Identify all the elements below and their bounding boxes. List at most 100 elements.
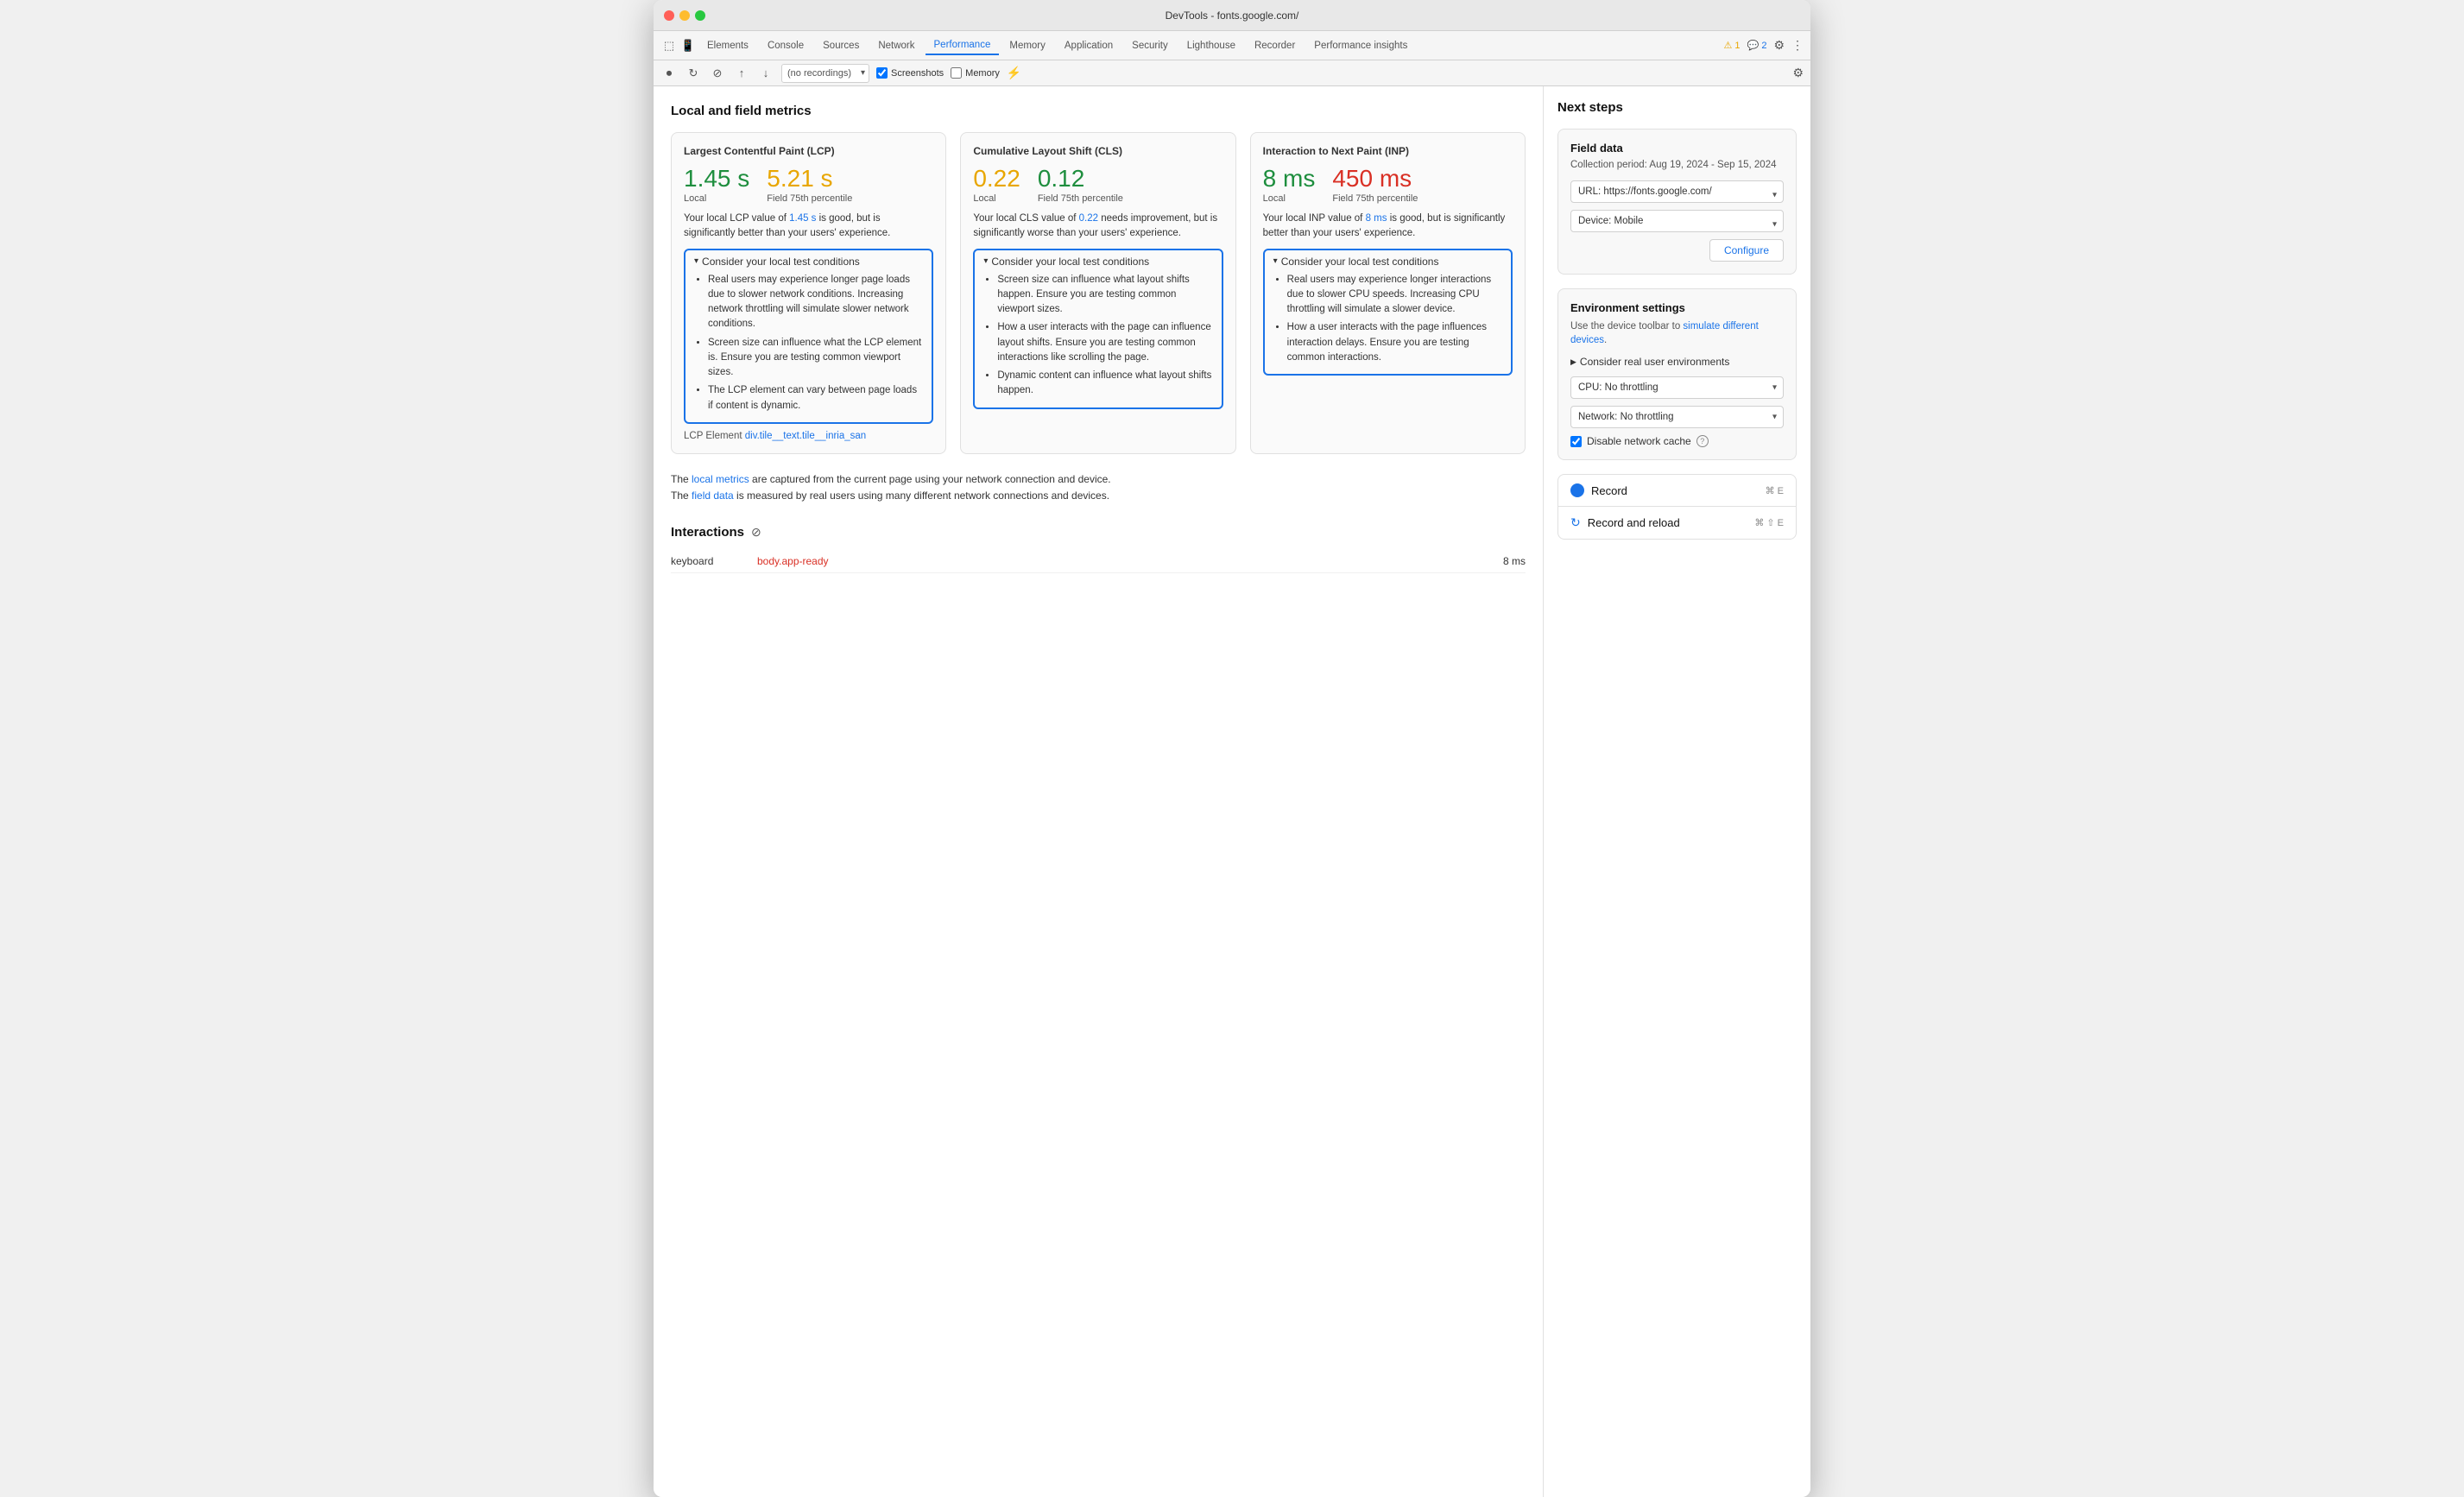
lcp-values-row: 1.45 s Local 5.21 s Field 75th percentil…	[684, 166, 933, 205]
disable-cache-row: Disable network cache ?	[1570, 435, 1784, 447]
titlebar: DevTools - fonts.google.com/	[654, 0, 1810, 31]
cls-consider-list: Screen size can influence what layout sh…	[983, 273, 1212, 399]
tab-console[interactable]: Console	[759, 37, 812, 54]
configure-button[interactable]: Configure	[1709, 239, 1784, 262]
lcp-highlight-link[interactable]: 1.45 s	[789, 213, 816, 224]
tab-security[interactable]: Security	[1123, 37, 1177, 54]
tab-sources[interactable]: Sources	[814, 37, 868, 54]
lcp-field-label: Field 75th percentile	[767, 193, 852, 205]
memory-checkbox-label[interactable]: Memory	[951, 67, 1000, 79]
inp-description: Your local INP value of 8 ms is good, bu…	[1263, 212, 1513, 242]
devtools-window: DevTools - fonts.google.com/ ⬚ 📱 Element…	[654, 0, 1810, 1497]
tab-application[interactable]: Application	[1056, 37, 1121, 54]
help-icon[interactable]: ?	[1696, 435, 1709, 447]
lcp-local-group: 1.45 s Local	[684, 166, 749, 205]
tab-recorder[interactable]: Recorder	[1246, 37, 1304, 54]
recordings-select[interactable]: (no recordings)	[781, 64, 869, 83]
interactions-title: Interactions	[671, 525, 744, 540]
cls-field-value: 0.12	[1038, 166, 1123, 193]
lcp-element-link[interactable]: div.tile__text.tile__inria_san	[745, 431, 866, 441]
tab-network[interactable]: Network	[869, 37, 923, 54]
cls-local-group: 0.22 Local	[973, 166, 1020, 205]
field-data-link[interactable]: field data	[692, 490, 734, 502]
window-controls	[664, 10, 705, 21]
settings-icon[interactable]: ⚙	[1773, 38, 1785, 53]
upload-button[interactable]: ↑	[733, 65, 750, 82]
device-select[interactable]: Device: Mobile	[1570, 210, 1784, 232]
cls-consider-header[interactable]: Consider your local test conditions	[983, 256, 1212, 268]
lcp-description: Your local LCP value of 1.45 s is good, …	[684, 212, 933, 242]
blocked-icon: ⊘	[751, 525, 761, 540]
inp-values-row: 8 ms Local 450 ms Field 75th percentile	[1263, 166, 1513, 205]
consider-real-header[interactable]: Consider real user environments	[1570, 356, 1784, 368]
field-data-title: Field data	[1570, 142, 1784, 155]
cls-consider-item-1: Screen size can influence what layout sh…	[997, 273, 1212, 318]
cpu-throttle-icon[interactable]: ⚡	[1007, 66, 1021, 80]
more-icon[interactable]: ⋮	[1791, 38, 1804, 53]
reload-button[interactable]: ↻	[685, 65, 702, 82]
network-select[interactable]: Network: No throttling	[1570, 406, 1784, 428]
download-button[interactable]: ↓	[757, 65, 774, 82]
lcp-field-group: 5.21 s Field 75th percentile	[767, 166, 852, 205]
mobile-icon[interactable]: 📱	[679, 37, 697, 54]
warning-badge[interactable]: ⚠ 1	[1724, 40, 1741, 51]
tab-memory[interactable]: Memory	[1001, 37, 1054, 54]
lcp-element: LCP Element div.tile__text.tile__inria_s…	[684, 431, 933, 441]
record-reload-row[interactable]: ↻ Record and reload ⌘ ⇧ E	[1558, 506, 1796, 539]
clear-button[interactable]: ⊘	[709, 65, 726, 82]
close-dot[interactable]	[664, 10, 674, 21]
minimize-dot[interactable]	[679, 10, 690, 21]
cursor-icon[interactable]: ⬚	[660, 37, 678, 54]
screenshots-checkbox-label[interactable]: Screenshots	[876, 67, 944, 79]
cls-highlight-link[interactable]: 0.22	[1079, 213, 1098, 224]
interactions-header: Interactions ⊘	[671, 525, 1526, 540]
lcp-consider-item-2: Screen size can influence what the LCP e…	[708, 336, 923, 381]
record-button[interactable]: ⏺	[660, 65, 678, 82]
message-badge[interactable]: 💬 2	[1747, 40, 1767, 51]
lcp-consider-header[interactable]: Consider your local test conditions	[694, 256, 923, 268]
toolbar-settings-icon[interactable]: ⚙	[1792, 66, 1804, 80]
inp-field-value: 450 ms	[1332, 166, 1418, 193]
tab-performance[interactable]: Performance	[926, 36, 1000, 55]
lcp-card: Largest Contentful Paint (LCP) 1.45 s Lo…	[671, 132, 946, 454]
screenshots-checkbox[interactable]	[876, 67, 888, 79]
record-section: Record ⌘ E ↻ Record and reload ⌘ ⇧ E	[1557, 474, 1797, 540]
inp-consider-header[interactable]: Consider your local test conditions	[1273, 256, 1502, 268]
simulate-devices-link[interactable]: simulate different devices	[1570, 321, 1759, 345]
tab-lighthouse[interactable]: Lighthouse	[1178, 37, 1244, 54]
metrics-note: The local metrics are captured from the …	[671, 471, 1526, 504]
recordings-select-wrap: (no recordings)	[781, 64, 869, 83]
panel-main: Local and field metrics Largest Contentf…	[654, 86, 1543, 1497]
memory-label: Memory	[965, 68, 1000, 79]
cls-values-row: 0.22 Local 0.12 Field 75th percentile	[973, 166, 1223, 205]
screenshots-label: Screenshots	[891, 68, 944, 79]
inp-highlight-link[interactable]: 8 ms	[1366, 213, 1387, 224]
inp-consider-box[interactable]: Consider your local test conditions Real…	[1263, 249, 1513, 376]
toolbar: ⏺ ↻ ⊘ ↑ ↓ (no recordings) Screenshots Me…	[654, 60, 1810, 86]
cls-title: Cumulative Layout Shift (CLS)	[973, 145, 1223, 157]
record-row[interactable]: Record ⌘ E	[1558, 475, 1796, 506]
memory-checkbox[interactable]	[951, 67, 962, 79]
main-content: Local and field metrics Largest Contentf…	[654, 86, 1810, 1497]
field-data-subtitle: Collection period: Aug 19, 2024 - Sep 15…	[1570, 160, 1784, 170]
cpu-select[interactable]: CPU: No throttling	[1570, 376, 1784, 399]
cls-consider-item-3: Dynamic content can influence what layou…	[997, 369, 1212, 399]
disable-cache-checkbox[interactable]	[1570, 436, 1582, 447]
lcp-consider-box[interactable]: Consider your local test conditions Real…	[684, 249, 933, 424]
inp-consider-item-2: How a user interacts with the page influ…	[1287, 320, 1502, 365]
devtools-nav: ⬚ 📱 Elements Console Sources Network Per…	[654, 31, 1810, 60]
local-metrics-link[interactable]: local metrics	[692, 473, 749, 485]
field-data-section: Field data Collection period: Aug 19, 20…	[1557, 129, 1797, 275]
interaction-name: keyboard	[671, 555, 757, 567]
record-shortcut: ⌘ E	[1766, 485, 1784, 496]
tab-performance-insights[interactable]: Performance insights	[1305, 37, 1416, 54]
maximize-dot[interactable]	[695, 10, 705, 21]
device-select-wrap: Device: Mobile	[1570, 210, 1784, 239]
inp-consider-item-1: Real users may experience longer interac…	[1287, 273, 1502, 318]
tab-elements[interactable]: Elements	[698, 37, 757, 54]
interaction-selector[interactable]: body.app-ready	[757, 555, 1503, 567]
cls-consider-box[interactable]: Consider your local test conditions Scre…	[973, 249, 1223, 409]
url-select[interactable]: URL: https://fonts.google.com/	[1570, 180, 1784, 203]
lcp-consider-item-3: The LCP element can vary between page lo…	[708, 383, 923, 414]
cls-description: Your local CLS value of 0.22 needs impro…	[973, 212, 1223, 242]
